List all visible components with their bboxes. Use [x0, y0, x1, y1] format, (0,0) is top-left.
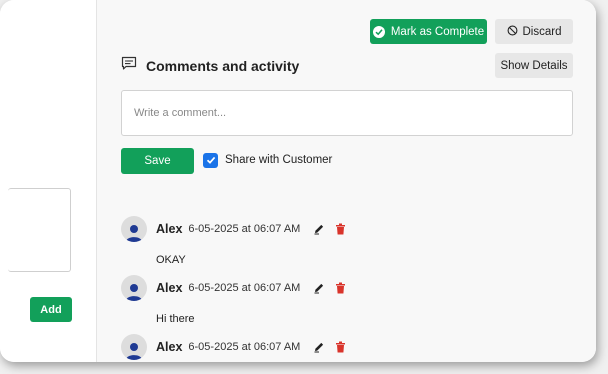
check-circle-icon [372, 25, 385, 38]
mark-complete-label: Mark as Complete [390, 25, 485, 38]
pencil-icon[interactable] [312, 281, 326, 295]
ban-icon [507, 25, 518, 39]
comment-author: Alex [156, 281, 183, 295]
trash-icon[interactable] [333, 222, 347, 236]
comment-text: OKAY [156, 254, 186, 266]
user-icon [121, 216, 147, 242]
app-window: Add Mark as Complete Discard Comments an… [0, 0, 596, 362]
left-panel: Add [0, 0, 97, 362]
trash-icon[interactable] [333, 340, 347, 354]
share-label: Share with Customer [225, 154, 333, 166]
section-header: Comments and activity [121, 56, 299, 76]
share-checkbox[interactable] [203, 152, 218, 168]
comment-entry: Alex 6-05-2025 at 06:07 AM OKAY [121, 216, 561, 266]
mark-complete-button[interactable]: Mark as Complete [370, 19, 487, 44]
section-title: Comments and activity [146, 58, 300, 74]
pencil-icon[interactable] [312, 340, 326, 354]
pencil-icon[interactable] [312, 222, 326, 236]
comment-text: Hi there [156, 313, 195, 325]
comment-timestamp: 6-05-2025 at 06:07 AM [188, 223, 301, 235]
trash-icon[interactable] [333, 281, 347, 295]
discard-button[interactable]: Discard [495, 19, 573, 44]
discard-label: Discard [522, 25, 562, 38]
user-icon [121, 334, 147, 360]
show-details-button[interactable]: Show Details [495, 53, 573, 78]
share-with-customer[interactable]: Share with Customer [203, 151, 332, 169]
save-button[interactable]: Save [121, 148, 194, 174]
comment-timestamp: 6-05-2025 at 06:07 AM [188, 282, 301, 294]
comment-timestamp: 6-05-2025 at 06:07 AM [188, 341, 301, 353]
user-icon [121, 275, 147, 301]
comment-input[interactable]: Write a comment... [121, 90, 573, 136]
comments-panel: Mark as Complete Discard Comments and ac… [97, 0, 596, 362]
comment-icon [121, 56, 137, 76]
comment-entry: Alex 6-05-2025 at 06:07 AM Hi there [121, 275, 561, 325]
left-notes-textarea[interactable] [8, 188, 71, 272]
comment-author: Alex [156, 340, 183, 354]
comment-entry: Alex 6-05-2025 at 06:07 AM [121, 334, 561, 360]
add-button[interactable]: Add [30, 297, 72, 322]
comment-author: Alex [156, 222, 183, 236]
